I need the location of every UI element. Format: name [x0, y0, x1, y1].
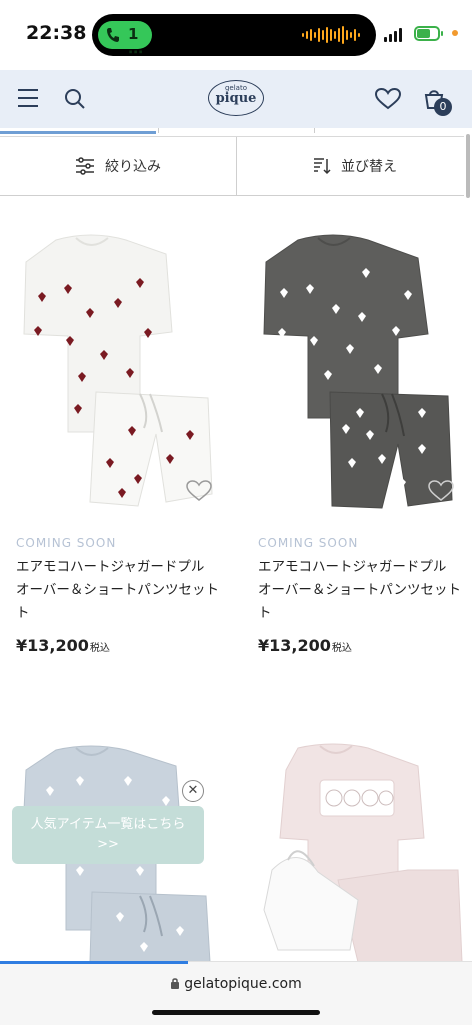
call-label: 1 ⋯	[128, 25, 143, 61]
status-bar: 22:38 1 ⋯	[0, 0, 472, 70]
wishlist-heart-icon[interactable]	[186, 480, 212, 502]
privacy-indicator-dot	[452, 30, 458, 36]
cart-count-badge: 0	[434, 98, 452, 116]
product-image[interactable]	[16, 222, 226, 522]
home-indicator[interactable]	[152, 1010, 320, 1015]
price-value: ¥13,200	[16, 636, 89, 655]
favorite-heart-icon[interactable]	[375, 88, 401, 110]
tax-label: 税込	[331, 643, 352, 654]
site-header: gelato pique 0	[0, 70, 472, 128]
product-name-line: ト	[16, 605, 30, 621]
coming-soon-label: COMING SOON	[16, 536, 117, 550]
page-scrollbar[interactable]	[466, 134, 470, 198]
product-image[interactable]	[258, 222, 468, 522]
audio-wave-icon	[302, 26, 360, 44]
product-name[interactable]: エアモコハートジャガードプル オーバー＆ショートパンツセット ト	[258, 556, 468, 625]
sort-icon	[314, 158, 331, 175]
filter-label: 絞り込み	[105, 159, 161, 175]
battery-icon	[414, 26, 440, 41]
filter-button[interactable]: 絞り込み	[0, 137, 236, 195]
call-indicator[interactable]: 1 ⋯	[98, 21, 152, 61]
dynamic-island[interactable]: 1 ⋯	[92, 14, 376, 61]
popup-close-button[interactable]: ✕	[182, 780, 204, 802]
status-time: 22:38	[26, 22, 87, 44]
sort-button[interactable]: 並び替え	[237, 137, 472, 195]
product-name-line: オーバー＆ショートパンツセット	[16, 582, 220, 598]
tax-label: 税込	[89, 643, 110, 654]
cellular-signal-icon	[384, 28, 402, 42]
search-icon[interactable]	[64, 88, 86, 110]
product-name-line: エアモコハートジャガードプル	[258, 559, 447, 575]
category-tabs	[0, 128, 472, 136]
url-display[interactable]: gelatopique.com	[0, 976, 472, 992]
sort-label: 並び替え	[341, 159, 397, 175]
tab-separator	[314, 128, 315, 133]
product-price: ¥13,200税込	[16, 636, 110, 655]
url-text: gelatopique.com	[184, 976, 302, 992]
popup-text: 人気アイテム一覧はこちら	[30, 817, 186, 832]
tab-separator	[158, 128, 159, 133]
battery-tip	[441, 31, 443, 36]
hamburger-menu-icon[interactable]	[18, 89, 38, 113]
page-load-progress-bar	[0, 961, 188, 964]
product-price: ¥13,200税込	[258, 636, 352, 655]
popup-arrow-text: >>	[97, 837, 119, 852]
price-value: ¥13,200	[258, 636, 331, 655]
logo-big-text: pique	[215, 91, 257, 106]
wishlist-heart-icon[interactable]	[428, 480, 454, 502]
gelato-pique-logo[interactable]: gelato pique	[208, 80, 264, 116]
popular-items-popup[interactable]: 人気アイテム一覧はこちら >>	[12, 806, 204, 864]
product-image[interactable]	[258, 740, 468, 962]
active-tab-indicator	[0, 131, 156, 134]
product-name[interactable]: エアモコハートジャガードプル オーバー＆ショートパンツセット ト	[16, 556, 226, 625]
lock-icon	[171, 978, 180, 989]
product-name-line: エアモコハートジャガードプル	[16, 559, 205, 575]
filter-sliders-icon	[76, 157, 94, 175]
filter-sort-bar: 絞り込み 並び替え	[0, 136, 464, 196]
browser-url-bar[interactable]: gelatopique.com	[0, 961, 472, 1025]
product-name-line: オーバー＆ショートパンツセット	[258, 582, 462, 598]
coming-soon-label: COMING SOON	[258, 536, 359, 550]
product-name-line: ト	[258, 605, 272, 621]
phone-icon	[107, 28, 119, 42]
